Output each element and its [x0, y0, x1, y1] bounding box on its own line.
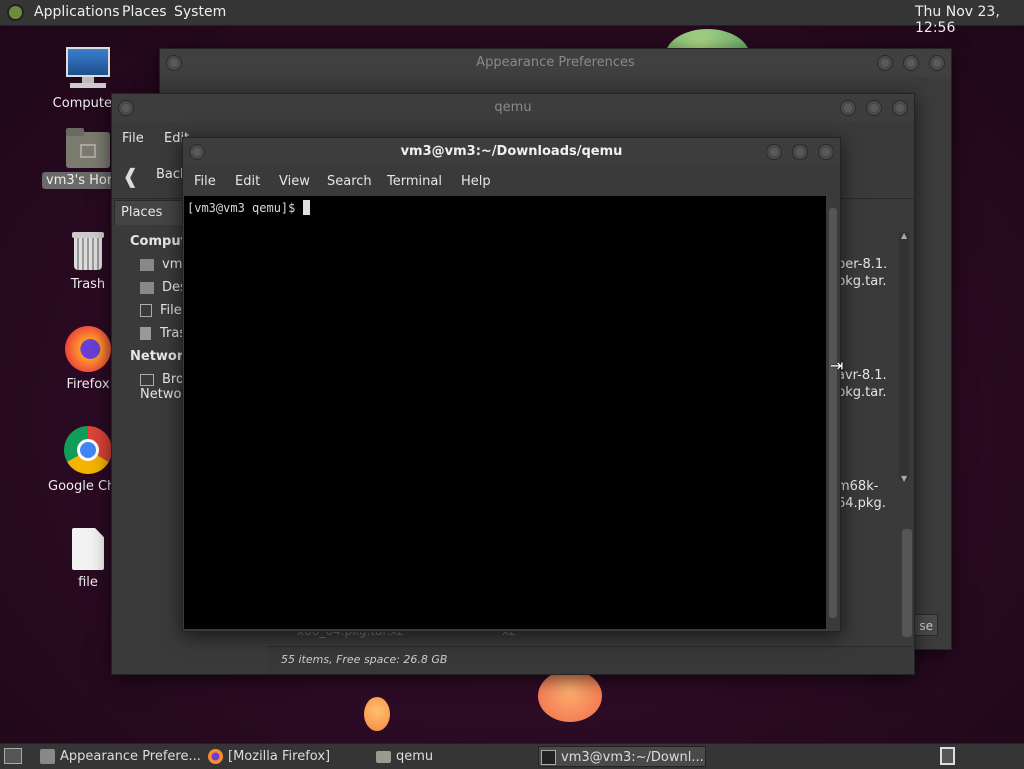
file-item[interactable]: m68k- 64.pkg. — [837, 478, 886, 512]
appearance-titlebar[interactable]: Appearance Preferences — [160, 49, 951, 77]
menu-file[interactable]: File — [194, 174, 216, 189]
trash-icon — [140, 327, 151, 340]
qemu-titlebar[interactable]: qemu — [112, 94, 914, 122]
decorative-small-blob — [364, 697, 390, 731]
back-arrow-icon[interactable]: ❰ — [122, 164, 139, 188]
window-title: qemu — [494, 100, 532, 115]
firefox-icon — [208, 749, 223, 764]
clock[interactable]: Thu Nov 23, 12:56 — [915, 4, 1024, 36]
close-button[interactable] — [929, 55, 945, 71]
desktop-icon-label: Firefox — [66, 377, 110, 392]
appearance-icon — [40, 749, 55, 764]
window-menu-button[interactable] — [166, 55, 182, 71]
menu-search[interactable]: Search — [327, 174, 372, 189]
firefox-icon — [65, 326, 111, 372]
scroll-up-arrow-icon[interactable]: ▲ — [901, 231, 907, 240]
desktop-icon-label: Trash — [70, 277, 106, 292]
resize-cursor-icon: ⇥ — [830, 356, 844, 375]
window-title: Appearance Preferences — [476, 55, 635, 70]
top-panel: Applications Places System Thu Nov 23, 1… — [0, 0, 1024, 36]
window-menu-button[interactable] — [189, 144, 205, 160]
close-button[interactable] — [818, 144, 834, 160]
maximize-button[interactable] — [866, 100, 882, 116]
system-menu[interactable]: System — [174, 4, 226, 20]
taskbar-item-appearance[interactable]: Appearance Prefere... — [38, 746, 220, 767]
taskbar-item-label: Appearance Prefere... — [60, 749, 201, 764]
terminal-menubar: File Edit View Search Terminal Help — [183, 166, 840, 196]
terminal-cursor — [302, 200, 310, 215]
home-folder-icon — [140, 258, 154, 271]
taskbar-item-firefox[interactable]: [Mozilla Firefox] — [206, 746, 388, 767]
file-view-scrollbar[interactable] — [899, 232, 909, 480]
window-scrollbar-thumb[interactable] — [902, 529, 912, 637]
terminal-icon — [541, 750, 556, 765]
show-desktop-icon[interactable] — [4, 748, 22, 764]
scroll-down-arrow-icon[interactable]: ▼ — [901, 474, 907, 483]
terminal-window[interactable]: vm3@vm3:~/Downloads/qemu File Edit View … — [182, 137, 841, 632]
trash-icon — [70, 230, 106, 272]
terminal-scrollbar-thumb[interactable] — [829, 208, 837, 618]
taskbar-item-label: [Mozilla Firefox] — [228, 749, 331, 764]
applications-menu-icon[interactable] — [7, 4, 24, 21]
terminal-scrollbar[interactable] — [827, 196, 839, 629]
terminal-screen[interactable]: [vm3@vm3 qemu]$ — [184, 196, 826, 629]
places-menu[interactable]: Places — [122, 4, 167, 20]
menu-terminal[interactable]: Terminal — [387, 174, 442, 189]
terminal-line: [vm3@vm3 qemu]$ — [187, 200, 310, 215]
bottom-taskbar: Appearance Prefere... [Mozilla Firefox] … — [0, 743, 1024, 769]
close-button-label: se — [919, 619, 933, 633]
menu-edit[interactable]: Edit — [235, 174, 260, 189]
filesystem-icon — [140, 304, 152, 317]
statusbar: 55 items, Free space: 26.8 GB — [267, 646, 912, 674]
file-item[interactable]: ber-8.1. pkg.tar. — [837, 256, 887, 290]
desktop-folder-icon — [140, 281, 154, 294]
taskbar-item-label: vm3@vm3:~/Downl... — [561, 750, 704, 765]
home-folder-icon — [66, 128, 110, 168]
window-title: vm3@vm3:~/Downloads/qemu — [400, 144, 623, 159]
decorative-orange-blob — [538, 670, 602, 722]
terminal-titlebar[interactable]: vm3@vm3:~/Downloads/qemu — [183, 138, 840, 166]
file-icon — [72, 528, 104, 570]
menu-file[interactable]: File — [122, 131, 144, 146]
minimize-button[interactable] — [766, 144, 782, 160]
minimize-button[interactable] — [840, 100, 856, 116]
chrome-icon — [64, 426, 112, 474]
menu-help[interactable]: Help — [461, 174, 491, 189]
window-menu-button[interactable] — [118, 100, 134, 116]
network-icon — [140, 373, 154, 386]
places-label: Places — [121, 205, 163, 220]
maximize-button[interactable] — [792, 144, 808, 160]
taskbar-item-label: qemu — [396, 749, 434, 764]
computer-icon — [64, 45, 112, 91]
menu-view[interactable]: View — [279, 174, 310, 189]
taskbar-item-qemu[interactable]: qemu — [374, 746, 556, 767]
status-text: 55 items, Free space: 26.8 GB — [281, 653, 448, 666]
file-item[interactable]: avr-8.1. pkg.tar. — [837, 367, 887, 401]
applications-menu[interactable]: Applications — [34, 4, 120, 20]
maximize-button[interactable] — [903, 55, 919, 71]
minimize-button[interactable] — [877, 55, 893, 71]
desktop-icon-label: file — [78, 575, 98, 590]
terminal-prompt: [vm3@vm3 qemu]$ — [187, 201, 303, 215]
taskbar-item-terminal[interactable]: vm3@vm3:~/Downl... — [538, 746, 706, 767]
close-button[interactable] — [892, 100, 908, 116]
folder-icon — [376, 751, 391, 763]
workspace-switcher[interactable] — [940, 747, 955, 765]
